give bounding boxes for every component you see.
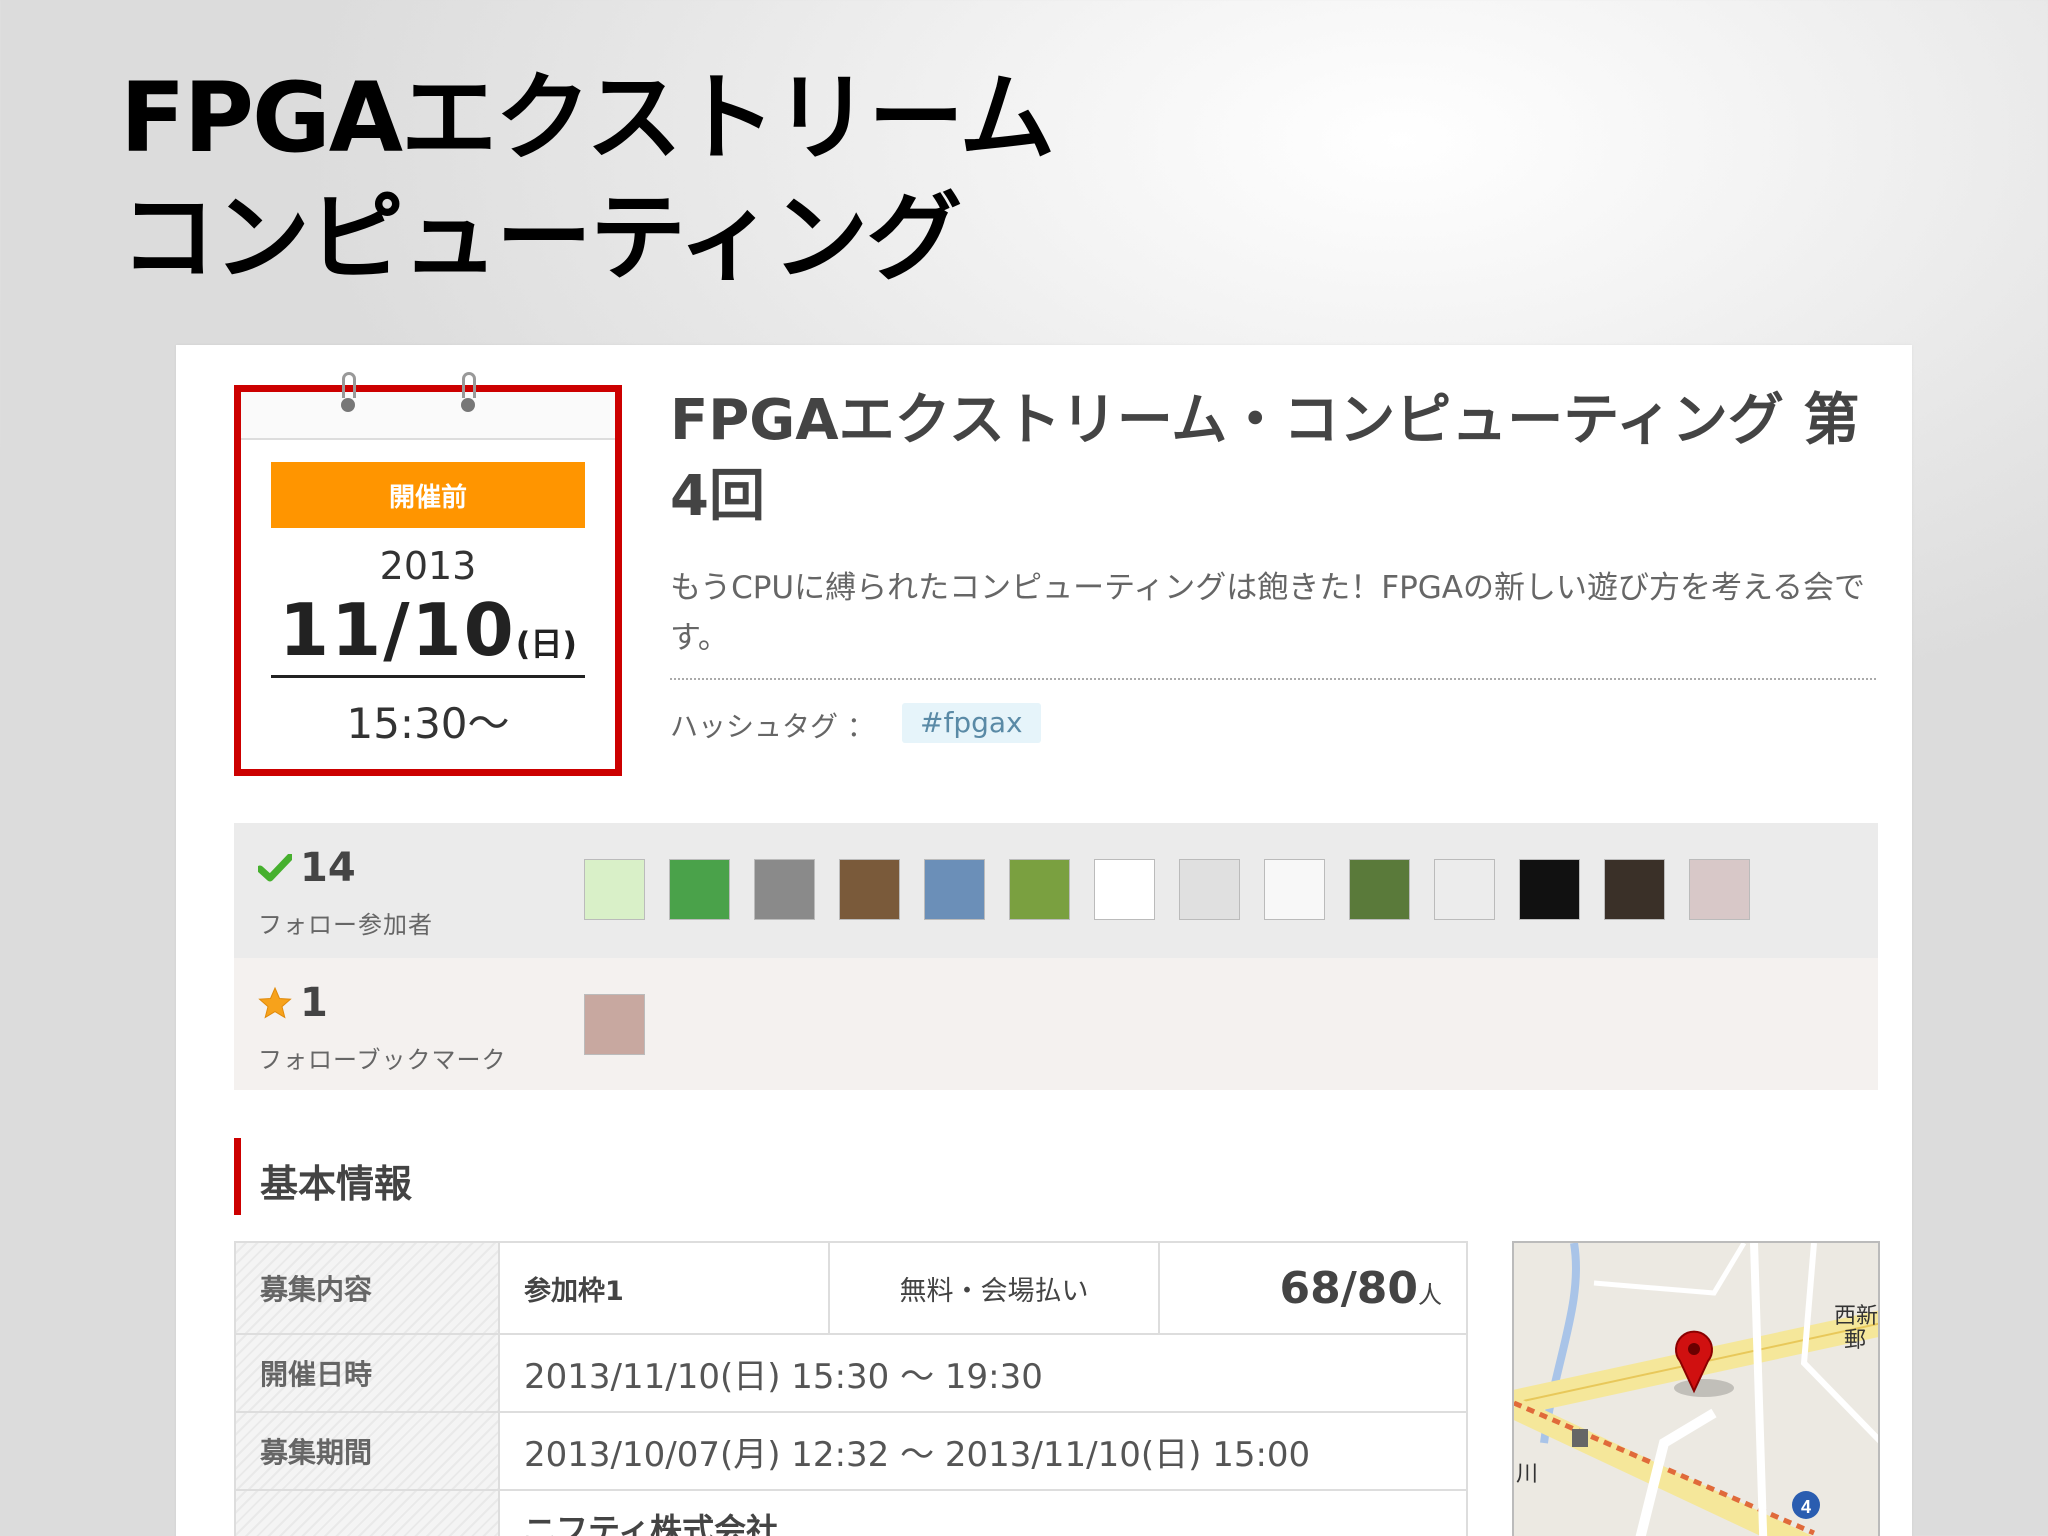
avatar[interactable] xyxy=(1604,859,1665,920)
avatar[interactable] xyxy=(584,859,645,920)
avatar[interactable] xyxy=(1264,859,1325,920)
calendar-day: 11/10 xyxy=(279,588,516,672)
calendar-date: 11/10(日) xyxy=(241,588,615,672)
checkmark-icon xyxy=(258,854,292,882)
participants-count-row: 14 xyxy=(258,845,356,891)
table-row: 開催日時 2013/11/10(日) 15:30 〜 19:30 xyxy=(234,1333,1468,1413)
participants-count: 14 xyxy=(300,845,356,891)
participant-avatars xyxy=(584,859,1750,920)
event-title: FPGAエクストリーム・コンピューティング 第4回 xyxy=(670,388,1860,529)
avatar[interactable] xyxy=(1009,859,1070,920)
table-row: 募集内容 参加枠1 無料・会場払い 68/80人 xyxy=(234,1241,1468,1335)
section-title: 基本情報 xyxy=(260,1162,413,1206)
avatar[interactable] xyxy=(1434,859,1495,920)
slide-title-line-1: FPGAエクストリーム xyxy=(120,62,1055,174)
avatar[interactable] xyxy=(1349,859,1410,920)
hashtag-label: ハッシュタグ ： xyxy=(670,710,875,743)
table-row: ニフティ株式会社 xyxy=(234,1489,1468,1536)
event-description: もうCPUに縛られたコンピューティングは飽きた！FPGAの新しい遊び方を考える会… xyxy=(670,570,1866,656)
recruit-period: 2013/10/07(月) 12:32 〜 2013/11/10(日) 15:0… xyxy=(498,1411,1468,1491)
slide-title: FPGAエクストリーム コンピューティング xyxy=(120,58,1055,298)
table-row: 募集期間 2013/10/07(月) 12:32 〜 2013/11/10(日)… xyxy=(234,1411,1468,1491)
capacity: 68/80人 xyxy=(1158,1241,1468,1335)
participants-label: フォロー参加者 xyxy=(258,911,433,939)
avatar[interactable] xyxy=(1179,859,1240,920)
event-datetime: 2013/11/10(日) 15:30 〜 19:30 xyxy=(498,1333,1468,1413)
calendar-top-strip xyxy=(241,392,615,440)
organizer: ニフティ株式会社 xyxy=(498,1489,1468,1536)
event-calendar: 開催前 2013 11/10(日) 15:30〜 xyxy=(234,372,622,776)
gas-station-icon xyxy=(1572,1429,1588,1447)
section-accent-bar xyxy=(234,1138,241,1215)
basic-info-table: 募集内容 参加枠1 無料・会場払い 68/80人 開催日時 2013/11/10… xyxy=(234,1241,1468,1536)
avatar[interactable] xyxy=(584,994,645,1055)
bookmarks-count-row: 1 xyxy=(258,980,328,1026)
calendar-ring-icon xyxy=(459,372,477,416)
status-badge: 開催前 xyxy=(271,462,585,528)
bookmark-avatars xyxy=(584,994,645,1055)
avatar[interactable] xyxy=(669,859,730,920)
calendar-ring-icon xyxy=(339,372,357,416)
calendar-divider xyxy=(271,675,585,678)
follow-participants-panel: 14 フォロー参加者 xyxy=(234,823,1878,958)
divider xyxy=(670,678,1876,680)
capacity-value: 68/80 xyxy=(1279,1262,1418,1314)
follow-bookmarks-panel: 1 フォローブックマーク xyxy=(234,958,1878,1090)
avatar[interactable] xyxy=(839,859,900,920)
recruit-label: 募集内容 xyxy=(234,1241,500,1335)
calendar-start-time: 15:30〜 xyxy=(346,699,510,748)
avatar[interactable] xyxy=(924,859,985,920)
route-badge-number: 4 xyxy=(1801,1497,1811,1517)
datetime-label: 開催日時 xyxy=(234,1333,500,1413)
avatar[interactable] xyxy=(1689,859,1750,920)
star-icon xyxy=(258,986,292,1019)
map-label: 西新 xyxy=(1834,1304,1878,1329)
period-label: 募集期間 xyxy=(234,1411,500,1491)
bookmarks-label: フォローブックマーク xyxy=(258,1046,507,1074)
bookmarks-count: 1 xyxy=(300,980,328,1026)
event-page-screenshot: 開催前 2013 11/10(日) 15:30〜 FPGAエクストリーム・コンピ… xyxy=(176,345,1912,1536)
avatar[interactable] xyxy=(754,859,815,920)
map-graphic: 4 西新 郵 川 xyxy=(1514,1243,1878,1536)
fee: 無料・会場払い xyxy=(828,1241,1160,1335)
calendar-weekday: (日) xyxy=(515,625,577,663)
calendar-year: 2013 xyxy=(379,544,477,588)
participation-frame: 参加枠1 xyxy=(498,1241,830,1335)
avatar[interactable] xyxy=(1094,859,1155,920)
organizer-label-cell xyxy=(234,1489,500,1536)
map-label: 郵 xyxy=(1844,1328,1866,1353)
slide-title-line-2: コンピューティング xyxy=(120,182,962,294)
hashtag-link[interactable]: #fpgax xyxy=(902,703,1041,743)
capacity-unit: 人 xyxy=(1418,1280,1442,1309)
venue-map[interactable]: 4 西新 郵 川 xyxy=(1512,1241,1880,1536)
map-label: 川 xyxy=(1516,1462,1538,1487)
avatar[interactable] xyxy=(1519,859,1580,920)
